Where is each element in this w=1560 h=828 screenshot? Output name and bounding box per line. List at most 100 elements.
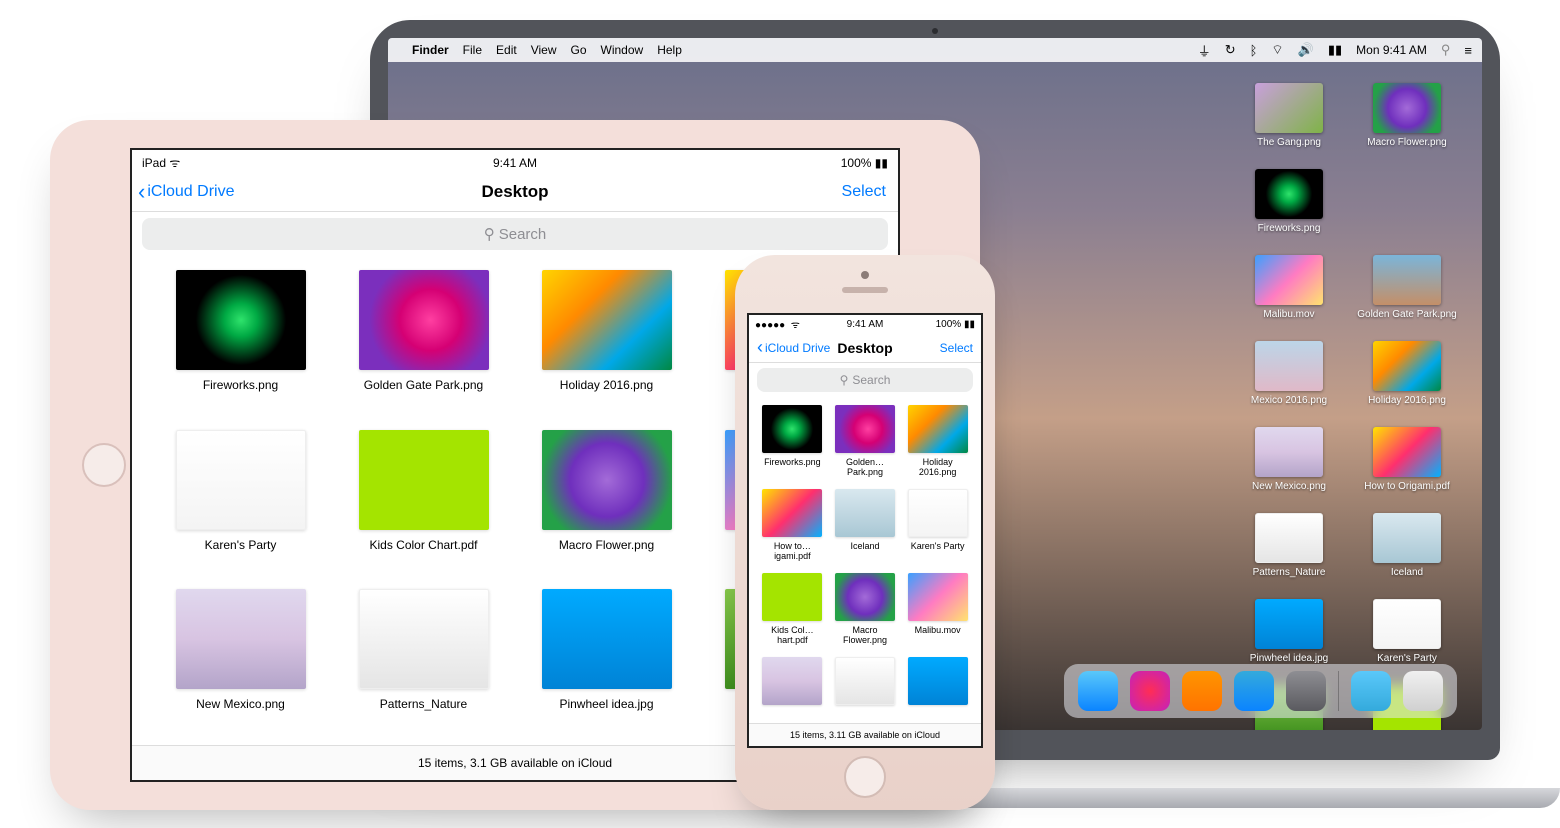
file-item[interactable]: Karen's Party [154,430,327,572]
file-item[interactable]: Patterns_Nature [337,589,510,731]
desktop-file[interactable]: New Mexico.png [1239,427,1339,493]
wifi-icon[interactable]: ⏚ [1198,41,1211,60]
battery-icon[interactable]: ▮▮ [1328,42,1342,58]
volume-icon[interactable]: 🔊 [1298,42,1314,58]
dock-itunes[interactable] [1130,671,1170,711]
file-item[interactable]: Malibu.mov [904,573,971,651]
desktop-file[interactable]: Holiday 2016.png [1357,341,1457,407]
mac-menu-edit[interactable]: Edit [496,43,517,57]
mac-menu-file[interactable]: File [463,43,482,57]
desktop-file[interactable]: Fireworks.png [1239,169,1339,235]
file-label: Golden Gate Park.png [1357,309,1457,321]
dock-trash[interactable] [1403,671,1443,711]
file-thumbnail [1373,83,1441,133]
file-item[interactable]: Holiday 2016.png [520,270,693,412]
bluetooth-icon[interactable]: ᛒ [1250,43,1258,58]
file-thumbnail [1373,599,1441,649]
dock-ibooks[interactable] [1182,671,1222,711]
file-thumbnail [908,489,968,537]
mac-menu-view[interactable]: View [531,43,557,57]
ipad-back-button[interactable]: ‹ iCloud Drive [138,179,234,205]
spotlight-icon[interactable]: ⚲ [1441,42,1451,58]
file-item[interactable] [759,657,826,715]
file-label: Patterns_Nature [380,697,467,711]
file-item[interactable]: Macro Flower.png [520,430,693,572]
iphone-search-placeholder: Search [852,373,890,387]
file-thumbnail [176,589,306,689]
file-thumbnail [1373,341,1441,391]
ipad-select-button[interactable]: Select [842,183,886,201]
mac-clock[interactable]: Mon 9:41 AM [1356,43,1427,57]
ipad-status-right: 100% ▮▮ [841,156,888,170]
iphone-search-field[interactable]: ⚲ Search [757,368,973,392]
file-item[interactable] [904,657,971,715]
file-item[interactable]: How to…igami.pdf [759,489,826,567]
file-item[interactable]: Golden…Park.png [832,405,899,483]
file-item[interactable]: Macro Flower.png [832,573,899,651]
ipad-status-left: iPad ᯤ [142,154,180,171]
iphone-back-label: iCloud Drive [765,341,830,355]
desktop-file[interactable]: How to Origami.pdf [1357,427,1457,493]
timemachine-icon[interactable]: ↻ [1225,42,1236,58]
iphone-back-button[interactable]: ‹ iCloud Drive [757,337,830,358]
file-item[interactable]: Karen's Party [904,489,971,567]
mac-menu-window[interactable]: Window [601,43,644,57]
file-item[interactable]: Kids Color Chart.pdf [337,430,510,572]
iphone-home-button[interactable] [844,756,886,798]
ipad-search-field[interactable]: ⚲ Search [142,218,888,250]
file-label: Golden Gate Park.png [364,378,483,392]
file-label: Iceland [850,541,879,551]
file-label: Kids Color Chart.pdf [369,538,477,552]
file-item[interactable]: Fireworks.png [154,270,327,412]
dock-finder[interactable] [1078,671,1118,711]
file-thumbnail [835,573,895,621]
dock-settings[interactable] [1286,671,1326,711]
file-item[interactable]: Iceland [832,489,899,567]
ipad-navbar: ‹ iCloud Drive Desktop Select [132,173,898,212]
file-thumbnail [762,405,822,453]
file-item[interactable]: Holiday 2016.png [904,405,971,483]
desktop-file[interactable]: The Gang.png [1239,83,1339,149]
battery-icon: ▮▮ [875,156,888,170]
desktop-file[interactable]: Patterns_Nature [1239,513,1339,579]
file-label: The Gang.png [1257,137,1321,149]
file-item[interactable]: New Mexico.png [154,589,327,731]
desktop-file[interactable]: Golden Gate Park.png [1357,255,1457,321]
file-thumbnail [1255,599,1323,649]
desktop-file[interactable]: Iceland [1357,513,1457,579]
desktop-file[interactable]: Macro Flower.png [1357,83,1457,149]
mac-menu-help[interactable]: Help [657,43,682,57]
notification-center-icon[interactable]: ≡ [1464,43,1472,58]
file-item[interactable] [832,657,899,715]
file-thumbnail [1255,427,1323,477]
desktop-file[interactable]: Malibu.mov [1239,255,1339,321]
iphone-footer: 15 items, 3.11 GB available on iCloud [749,723,981,746]
file-thumbnail [1373,513,1441,563]
file-thumbnail [762,657,822,705]
file-thumbnail [176,270,306,370]
file-thumbnail [908,573,968,621]
file-item[interactable]: Kids Col…hart.pdf [759,573,826,651]
file-thumbnail [359,270,489,370]
file-item[interactable]: Pinwheel idea.jpg [520,589,693,731]
desktop-file[interactable]: Mexico 2016.png [1239,341,1339,407]
wifi-signal-icon[interactable]: ⌔ [1271,42,1283,58]
iphone-status-bar: ●●●●● ᯤ 9:41 AM 100% ▮▮ [749,315,981,333]
dock-appstore[interactable] [1234,671,1274,711]
file-thumbnail [908,657,968,705]
mac-menu-go[interactable]: Go [571,43,587,57]
file-item[interactable]: Golden Gate Park.png [337,270,510,412]
mac-menubar-app[interactable]: Finder [412,43,449,57]
iphone-select-button[interactable]: Select [940,341,973,355]
ipad-search-placeholder: Search [499,226,547,243]
iphone-screen: ●●●●● ᯤ 9:41 AM 100% ▮▮ ‹ iCloud Drive D… [747,313,983,748]
file-thumbnail [1255,169,1323,219]
desktop-file[interactable]: Karen's Party [1357,599,1457,665]
ipad-status-bar: iPad ᯤ 9:41 AM 100% ▮▮ [132,150,898,173]
file-label: Malibu.mov [915,625,961,635]
dock-downloads[interactable] [1351,671,1391,711]
ipad-home-button[interactable] [82,443,126,487]
iphone-device: ●●●●● ᯤ 9:41 AM 100% ▮▮ ‹ iCloud Drive D… [735,255,995,810]
file-item[interactable]: Fireworks.png [759,405,826,483]
desktop-file[interactable]: Pinwheel idea.jpg [1239,599,1339,665]
